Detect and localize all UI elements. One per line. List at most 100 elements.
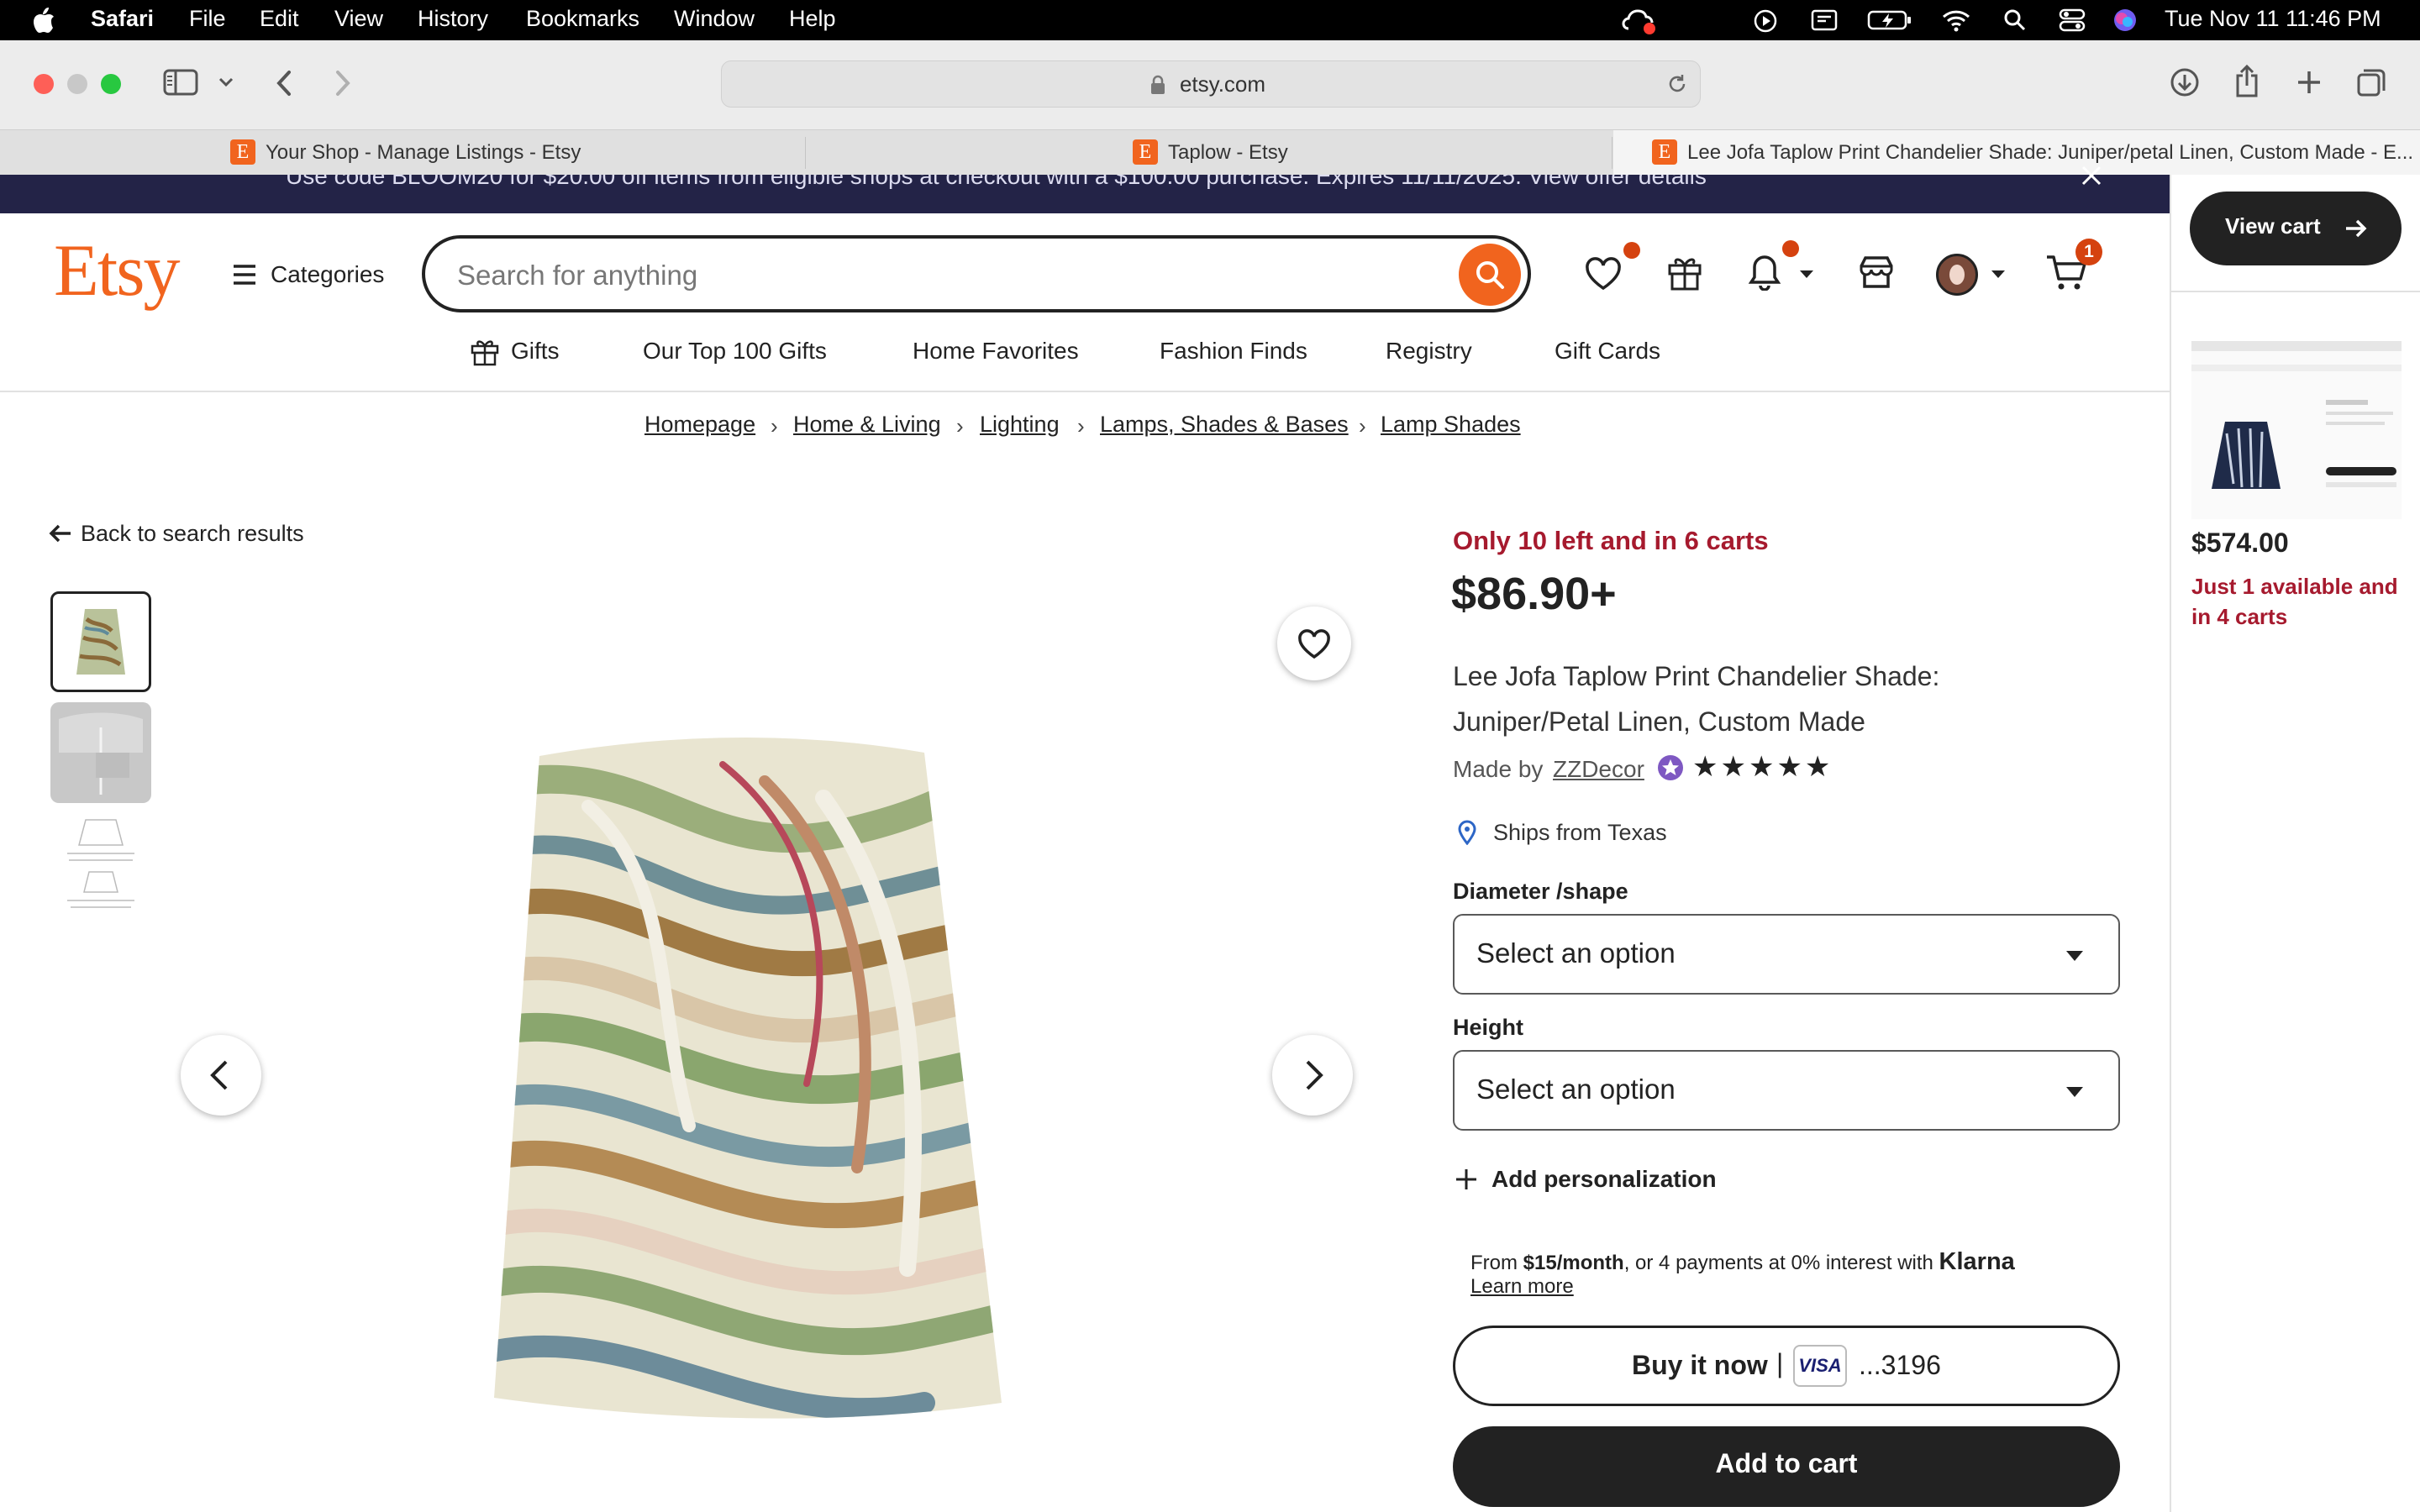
nav-home-favorites[interactable]: Home Favorites	[913, 338, 1079, 365]
app-menu-safari[interactable]: Safari	[91, 6, 154, 32]
search-input[interactable]: Search for anything	[457, 260, 697, 291]
nav-gift-cards[interactable]: Gift Cards	[1555, 338, 1660, 365]
close-window-button[interactable]	[34, 74, 54, 94]
reload-icon[interactable]	[1666, 73, 1688, 95]
klarna-learn-more-link[interactable]: Learn more	[1470, 1275, 1574, 1299]
apple-icon[interactable]	[32, 7, 55, 34]
chevron-right-icon: ›	[771, 413, 778, 438]
tab-shop-manage-listings[interactable]: E Your Shop - Manage Listings - Etsy	[0, 130, 805, 176]
buy-it-now-button[interactable]: Buy it now | VISA ...3196	[1453, 1326, 2120, 1406]
minimize-window-button[interactable]	[67, 74, 87, 94]
breadcrumb-lamps-shades-bases[interactable]: Lamps, Shades & Bases	[1100, 412, 1349, 438]
tab-lee-jofa-active[interactable]: E Lee Jofa Taplow Print Chandelier Shade…	[1613, 130, 2420, 176]
nav-fashion-finds[interactable]: Fashion Finds	[1160, 338, 1307, 365]
card-last-digits: ...3196	[1859, 1350, 1941, 1380]
thumbnail-image-2[interactable]	[50, 702, 151, 803]
size-chart-thumbnail	[67, 819, 134, 908]
spotlight-search-icon[interactable]	[2003, 8, 2027, 32]
menu-history[interactable]: History	[418, 6, 488, 32]
buy-now-divider: |	[1776, 1348, 1784, 1378]
favorites-notification-dot	[1623, 242, 1640, 259]
breadcrumb-lighting[interactable]: Lighting	[980, 412, 1060, 438]
menu-file[interactable]: File	[189, 6, 226, 32]
back-to-search-results-link[interactable]: Back to search results	[81, 521, 304, 547]
siri-icon[interactable]	[2112, 8, 2138, 33]
tab-bar: E Your Shop - Manage Listings - Etsy E T…	[0, 129, 2420, 176]
battery-icon[interactable]	[1867, 10, 1912, 30]
avatar[interactable]	[1936, 254, 1978, 296]
tab-taplow[interactable]: E Taplow - Etsy	[807, 130, 1612, 176]
sidebar-toggle-icon[interactable]	[163, 69, 198, 96]
screen-icon[interactable]	[1811, 9, 1838, 31]
product-price: $86.90+	[1451, 569, 1617, 619]
shop-manager-icon[interactable]	[1859, 255, 1894, 289]
categories-button[interactable]: Categories	[271, 261, 384, 288]
chevron-right-icon: ›	[956, 413, 964, 438]
view-cart-button[interactable]: View cart	[2190, 192, 2402, 265]
macos-menu-bar: Safari File Edit View History Bookmarks …	[0, 0, 2420, 40]
search-icon	[1476, 261, 1504, 289]
wifi-icon[interactable]	[1941, 8, 1971, 32]
previous-image-button[interactable]	[181, 1035, 261, 1116]
rating-stars[interactable]: ★★★★★	[1692, 750, 1833, 784]
etsy-favicon-icon: E	[1133, 139, 1158, 165]
zoom-window-button[interactable]	[101, 74, 121, 94]
tab-overview-icon[interactable]	[2356, 67, 2386, 97]
klarna-amount: $15/month	[1523, 1252, 1624, 1274]
nav-registry[interactable]: Registry	[1386, 338, 1472, 365]
search-button[interactable]	[1459, 244, 1521, 306]
creative-cloud-icon[interactable]	[1622, 7, 1659, 35]
back-arrow-icon[interactable]	[274, 69, 294, 97]
cart-preview-panel: View cart $574.00 Just 1 available and i…	[2170, 175, 2420, 1512]
shop-name-link[interactable]: ZZDecor	[1553, 756, 1644, 783]
breadcrumb-home-living[interactable]: Home & Living	[793, 412, 941, 438]
plus-icon[interactable]	[1455, 1168, 1478, 1191]
cart-item-availability: Just 1 available and in 4 carts	[2191, 574, 2398, 629]
diameter-shape-select[interactable]: Select an option	[1453, 914, 2120, 995]
address-bar[interactable]: etsy.com	[721, 60, 1701, 108]
breadcrumb-lamp-shades[interactable]: Lamp Shades	[1381, 412, 1521, 438]
nav-gifts[interactable]: Gifts	[511, 338, 560, 365]
next-image-button[interactable]	[1272, 1035, 1353, 1116]
menu-bookmarks[interactable]: Bookmarks	[526, 6, 639, 32]
caret-down-icon[interactable]	[1798, 269, 1815, 279]
tab-divider	[805, 137, 806, 169]
close-icon[interactable]	[2081, 165, 2102, 186]
menubar-clock[interactable]: Tue Nov 11 11:46 PM	[2165, 6, 2381, 32]
height-select[interactable]: Select an option	[1453, 1050, 2120, 1131]
menu-window[interactable]: Window	[674, 6, 755, 32]
play-icon[interactable]	[1753, 8, 1778, 34]
favorites-heart-icon[interactable]	[1585, 257, 1622, 291]
chevron-down-icon[interactable]	[218, 77, 234, 87]
gift-icon[interactable]	[1667, 254, 1702, 291]
lamp-shade-thumbnail	[76, 609, 125, 675]
control-center-icon[interactable]	[2059, 8, 2086, 32]
new-tab-icon[interactable]	[2296, 69, 2323, 96]
menu-view[interactable]: View	[334, 6, 383, 32]
forward-arrow-icon[interactable]	[333, 69, 353, 97]
back-arrow-icon[interactable]	[49, 522, 72, 544]
menu-edit[interactable]: Edit	[260, 6, 299, 32]
etsy-favicon-icon: E	[1652, 139, 1677, 165]
caret-down-icon[interactable]	[1990, 269, 2007, 279]
share-icon[interactable]	[2233, 64, 2260, 97]
favorite-item-button[interactable]	[1277, 606, 1351, 680]
add-personalization-button[interactable]: Add personalization	[1491, 1166, 1717, 1193]
menu-help[interactable]: Help	[789, 6, 836, 32]
etsy-logo[interactable]: Etsy	[54, 228, 180, 313]
promo-text[interactable]: Use code BLOOM20 for $20.00 off items fr…	[286, 175, 1707, 190]
breadcrumb-homepage[interactable]: Homepage	[644, 412, 755, 438]
notifications-bell-icon[interactable]	[1748, 254, 1781, 291]
downloads-icon[interactable]	[2170, 67, 2200, 97]
hamburger-menu-icon[interactable]	[232, 264, 257, 286]
made-by-label: Made by	[1453, 756, 1544, 782]
add-to-cart-button[interactable]: Add to cart	[1453, 1426, 2120, 1507]
nav-top-100-gifts[interactable]: Our Top 100 Gifts	[643, 338, 827, 365]
thumbnail-image-1[interactable]	[50, 591, 151, 692]
search-bar[interactable]: Search for anything	[422, 235, 1531, 312]
dropdown-arrow-icon	[2066, 951, 2083, 961]
klarna-terms: , or 4 payments at 0% interest with	[1623, 1252, 1933, 1274]
view-cart-label: View cart	[2225, 213, 2321, 239]
cart-item-preview-image[interactable]	[2191, 341, 2402, 519]
thumbnail-image-3[interactable]	[50, 813, 151, 914]
